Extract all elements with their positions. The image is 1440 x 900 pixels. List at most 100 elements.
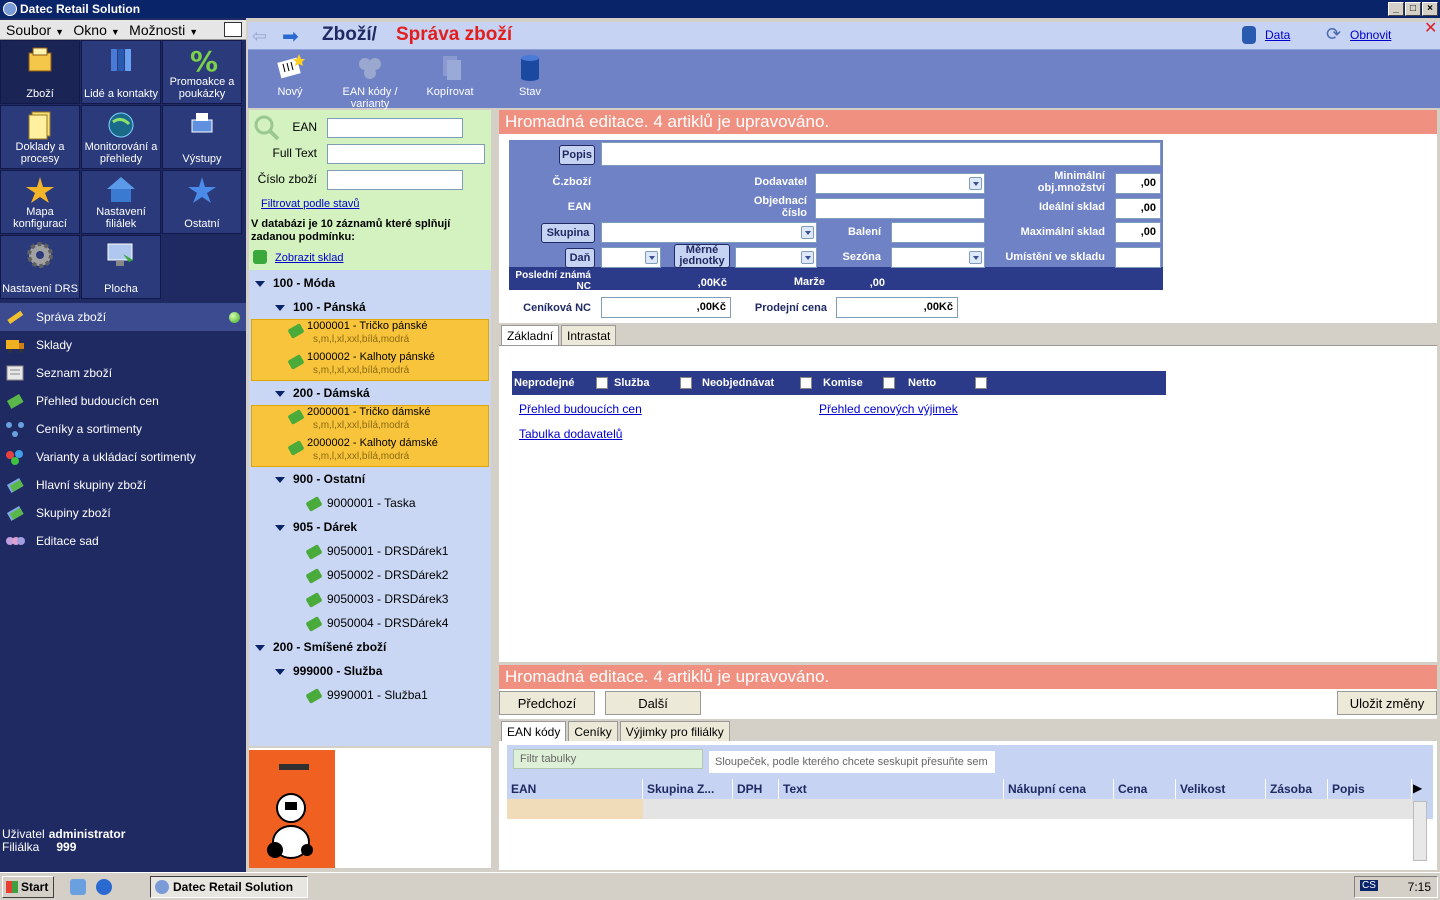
- tree-group[interactable]: 905 - Dárek: [275, 515, 357, 539]
- filter-state-link[interactable]: Filtrovat podle stavů: [261, 198, 359, 210]
- item-number-input[interactable]: [327, 170, 463, 190]
- col-cena[interactable]: Cena: [1114, 779, 1176, 799]
- col-text[interactable]: Text: [779, 779, 1004, 799]
- supplier-select[interactable]: [815, 173, 985, 194]
- tree-item[interactable]: 9000001 - Taska: [305, 491, 416, 515]
- minimize-button[interactable]: _: [1388, 2, 1404, 16]
- ideal-stock-field[interactable]: ,00: [1115, 198, 1161, 219]
- tree-item[interactable]: 9990001 - Služba1: [305, 683, 428, 707]
- close-panel-icon[interactable]: ✕: [1424, 18, 1437, 38]
- tile-lide[interactable]: Lidé a kontakty: [81, 40, 161, 104]
- col-nakupni-cena[interactable]: Nákupní cena: [1004, 779, 1114, 799]
- future-prices-link[interactable]: Přehled budoucích cen: [519, 402, 642, 416]
- fulltext-search-input[interactable]: [327, 144, 485, 164]
- menu-moznosti[interactable]: Možnosti: [129, 20, 185, 40]
- save-changes-button[interactable]: Uložit změny: [1337, 691, 1437, 715]
- maximize-button[interactable]: □: [1405, 2, 1421, 16]
- tree-group[interactable]: 999000 - Služba: [275, 659, 382, 683]
- tree-group[interactable]: 200 - Smíšené zboží: [255, 635, 386, 659]
- tree-group[interactable]: 200 - Dámská: [275, 381, 370, 405]
- min-order-field[interactable]: ,00: [1115, 173, 1161, 194]
- nav-editace-sad[interactable]: Editace sad: [0, 527, 246, 555]
- nav-varianty[interactable]: Varianty a ukládací sortimenty: [0, 443, 246, 471]
- ean-variants-button[interactable]: EAN kódy / varianty: [330, 52, 410, 110]
- suppliers-table-link[interactable]: Tabulka dodavatelů: [519, 427, 622, 441]
- group-by-area[interactable]: Sloupeček, podle kterého chcete seskupit…: [709, 751, 995, 773]
- start-button[interactable]: Start: [2, 876, 54, 898]
- tile-ostatni[interactable]: Ostatní: [162, 170, 242, 234]
- tree-group[interactable]: 100 - Pánská: [275, 295, 366, 319]
- group-select[interactable]: [601, 222, 817, 243]
- next-button[interactable]: Další: [605, 691, 701, 715]
- neobjednavat-checkbox[interactable]: [800, 377, 812, 389]
- close-button[interactable]: ×: [1422, 2, 1438, 16]
- max-stock-field[interactable]: ,00: [1115, 222, 1161, 243]
- tree-item[interactable]: 9050002 - DRSDárek2: [305, 563, 448, 587]
- taskbar-app-button[interactable]: Datec Retail Solution: [150, 876, 308, 898]
- neprodejne-checkbox[interactable]: [596, 377, 608, 389]
- col-velikost[interactable]: Velikost: [1176, 779, 1266, 799]
- col-popis[interactable]: Popis: [1328, 779, 1412, 799]
- quicklaunch-icon[interactable]: [70, 879, 86, 895]
- menu-soubor[interactable]: Soubor: [6, 20, 51, 40]
- state-button[interactable]: Stav: [490, 52, 570, 98]
- tile-nastaveni-drs[interactable]: Nastavení DRS: [0, 235, 80, 299]
- netto-checkbox[interactable]: [975, 377, 987, 389]
- tree-item[interactable]: 2000001 - Tričko dámské s,m,l,xl,xxl,bílá…: [287, 406, 431, 432]
- menu-okno[interactable]: Okno: [73, 20, 106, 40]
- tile-doklady[interactable]: Doklady a procesy: [0, 105, 80, 169]
- sluzba-checkbox[interactable]: [680, 377, 692, 389]
- order-number-field[interactable]: [815, 198, 985, 219]
- nav-hlavni-skupiny[interactable]: Hlavní skupiny zboží: [0, 471, 246, 499]
- scroll-right-icon[interactable]: ▶: [1413, 781, 1422, 795]
- col-zasoba[interactable]: Zásoba: [1266, 779, 1328, 799]
- tile-vystupy[interactable]: Výstupy: [162, 105, 242, 169]
- nav-prehled-budoucich-cen[interactable]: Přehled budoucích cen: [0, 387, 246, 415]
- popis-button[interactable]: Popis: [559, 145, 595, 165]
- refresh-link[interactable]: Obnovit: [1350, 28, 1391, 42]
- panel-minimize-button[interactable]: [224, 22, 242, 37]
- tree-item[interactable]: 1000002 - Kalhoty pánské s,m,l,xl,xxl,bíl…: [287, 351, 435, 377]
- col-dph[interactable]: DPH: [733, 779, 779, 799]
- show-stock-link[interactable]: Zobrazit sklad: [275, 252, 343, 264]
- tree-item[interactable]: 2000002 - Kalhoty dámské s,m,l,xl,xxl,bíl…: [287, 437, 438, 463]
- tree-item[interactable]: 9050001 - DRSDárek1: [305, 539, 448, 563]
- skupina-button[interactable]: Skupina: [541, 223, 595, 243]
- tile-promoakce[interactable]: % Promoakce a poukázky: [162, 40, 242, 104]
- col-ean[interactable]: EAN: [507, 779, 643, 799]
- tile-mapa[interactable]: Mapa konfigurací: [0, 170, 80, 234]
- units-select[interactable]: [735, 247, 817, 268]
- tab-ceniky[interactable]: Ceníky: [568, 721, 618, 741]
- previous-button[interactable]: Předchozí: [499, 691, 595, 715]
- nav-seznam-zbozi[interactable]: Seznam zboží: [0, 359, 246, 387]
- tree-item[interactable]: 1000001 - Tričko pánské s,m,l,xl,xxl,bílá…: [287, 320, 427, 346]
- col-skupina[interactable]: Skupina Z...: [643, 779, 733, 799]
- back-arrow-icon[interactable]: ⇦: [252, 26, 267, 47]
- tree-group[interactable]: 900 - Ostatní: [275, 467, 365, 491]
- nav-skupiny[interactable]: Skupiny zboží: [0, 499, 246, 527]
- tile-plocha[interactable]: Plocha: [81, 235, 161, 299]
- tree-group[interactable]: 100 - Móda: [255, 271, 335, 295]
- komise-checkbox[interactable]: [883, 377, 895, 389]
- tree-item[interactable]: 9050004 - DRSDárek4: [305, 611, 448, 635]
- season-select[interactable]: [891, 247, 985, 268]
- units-button[interactable]: Měrné jednotky: [674, 244, 730, 268]
- data-link[interactable]: Data: [1265, 28, 1290, 42]
- dan-button[interactable]: Daň: [565, 248, 595, 268]
- tab-ean[interactable]: EAN kódy: [501, 721, 567, 741]
- nav-ceniky[interactable]: Ceníky a sortimenty: [0, 415, 246, 443]
- list-price-field[interactable]: ,00Kč: [601, 297, 731, 318]
- ie-icon[interactable]: [96, 879, 112, 895]
- price-exceptions-link[interactable]: Přehled cenových výjimek: [819, 402, 958, 416]
- grid-scrollbar[interactable]: [1413, 801, 1427, 861]
- new-button[interactable]: Nový: [250, 52, 330, 98]
- forward-arrow-icon[interactable]: ➡: [282, 24, 299, 49]
- popis-field[interactable]: [601, 142, 1161, 166]
- nav-sprava-zbozi[interactable]: Správa zboží: [0, 303, 246, 331]
- nav-sklady[interactable]: Sklady: [0, 331, 246, 359]
- table-row[interactable]: [507, 799, 1413, 819]
- copy-button[interactable]: Kopírovat: [410, 52, 490, 98]
- tab-zakladni[interactable]: Základní: [501, 325, 560, 345]
- table-filter-input[interactable]: Filtr tabulky: [513, 749, 703, 769]
- sale-price-field[interactable]: ,00Kč: [836, 297, 958, 318]
